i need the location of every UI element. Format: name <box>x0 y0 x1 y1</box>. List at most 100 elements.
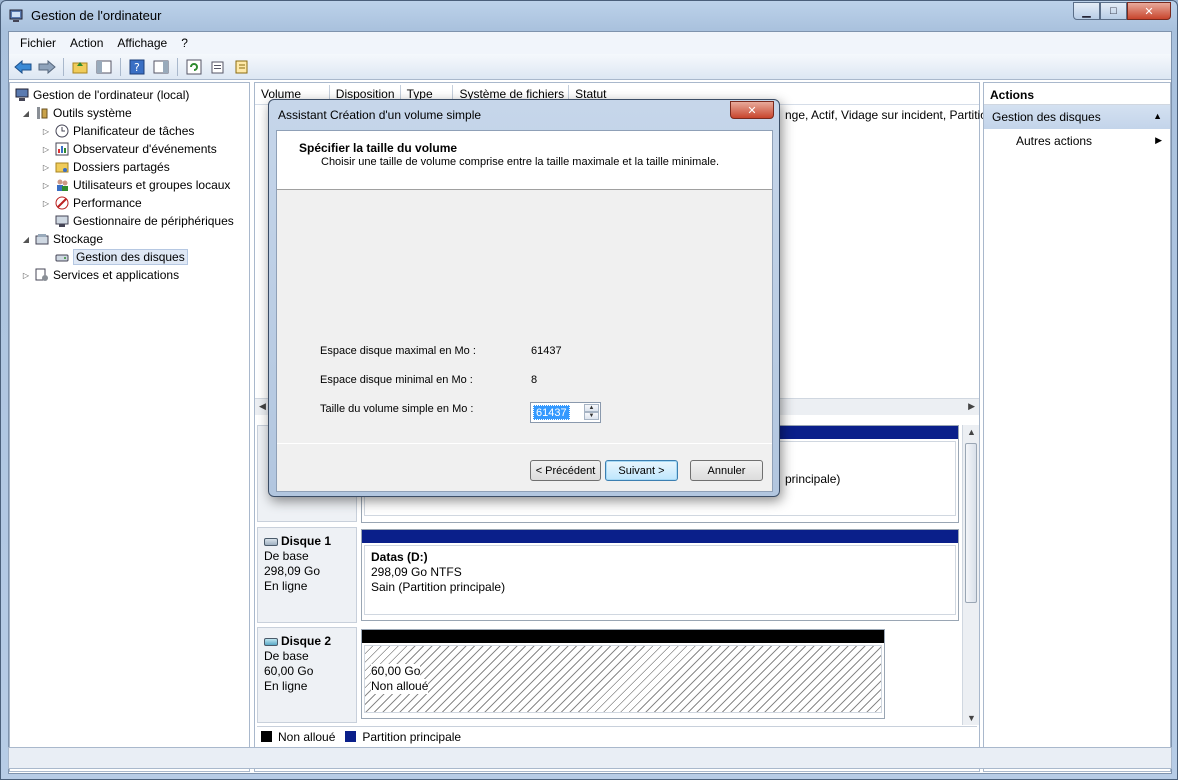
tree-label: Stockage <box>53 232 104 246</box>
scroll-up-icon[interactable]: ▲ <box>967 427 976 437</box>
cancel-button[interactable]: Annuler <box>690 460 763 481</box>
tree-label: Utilisateurs et groupes locaux <box>73 178 231 192</box>
back-arrow-icon[interactable] <box>12 56 34 78</box>
expanded-arrow-icon[interactable]: ◢ <box>20 235 32 244</box>
menu-affichage[interactable]: Affichage <box>110 36 174 50</box>
properties-icon[interactable] <box>207 56 229 78</box>
actions-section-gestion-disques[interactable]: Gestion des disques ▲ <box>984 105 1170 129</box>
disk-icon <box>264 637 278 646</box>
forward-arrow-icon[interactable] <box>36 56 58 78</box>
collapsed-arrow-icon[interactable]: ▷ <box>40 145 52 154</box>
toolbar-separator <box>177 57 178 76</box>
next-button[interactable]: Suivant > <box>605 460 678 481</box>
tree-item-performance[interactable]: ▷ Performance <box>40 194 142 212</box>
volume-size-input[interactable]: 61437 <box>533 405 570 420</box>
tree-item-dossiers-partages[interactable]: ▷ Dossiers partagés <box>40 158 170 176</box>
disk-management-icon <box>54 249 70 265</box>
help-icon[interactable]: ? <box>126 56 148 78</box>
dialog-separator <box>277 443 772 444</box>
close-button[interactable]: ✕ <box>1127 2 1171 20</box>
partition-status: principale) <box>785 472 841 486</box>
svg-text:?: ? <box>134 61 140 74</box>
tree-item-outils-systeme[interactable]: ◢ Outils système <box>20 104 132 122</box>
maximize-button[interactable]: □ <box>1100 2 1127 20</box>
actions-pane: Actions Gestion des disques ▲ Autres act… <box>983 82 1171 772</box>
spin-down-icon[interactable]: ▼ <box>584 412 599 420</box>
scroll-left-icon[interactable]: ◀ <box>259 401 266 412</box>
tree-label: Dossiers partagés <box>73 160 170 174</box>
up-folder-icon[interactable] <box>69 56 91 78</box>
legend-unallocated: Non alloué <box>278 729 336 744</box>
partition-status: Non alloué <box>371 679 429 694</box>
navigation-tree: Gestion de l'ordinateur (local) ◢ Outils… <box>9 82 250 772</box>
submenu-arrow-icon: ▶ <box>1155 135 1162 145</box>
menu-fichier[interactable]: Fichier <box>13 36 63 50</box>
disk-size: 298,09 Go <box>264 564 321 578</box>
min-space-value: 8 <box>531 374 538 386</box>
tree-item-root[interactable]: Gestion de l'ordinateur (local) <box>12 86 189 104</box>
collapsed-arrow-icon[interactable]: ▷ <box>40 199 52 208</box>
dialog-header: Spécifier la taille du volume Choisir un… <box>277 131 772 190</box>
tree-label: Gestion de l'ordinateur (local) <box>33 88 190 102</box>
title-bar[interactable]: Gestion de l'ordinateur ▁ □ ✕ <box>1 1 1177 31</box>
expanded-arrow-icon[interactable]: ◢ <box>20 109 32 118</box>
max-space-value: 61437 <box>531 345 562 357</box>
toolbar-separator <box>120 57 121 76</box>
scroll-thumb[interactable] <box>965 443 977 603</box>
scroll-down-icon[interactable]: ▼ <box>967 713 976 723</box>
computer-icon <box>14 87 30 103</box>
back-button[interactable]: < Précédent <box>530 460 601 481</box>
tree-item-planificateur[interactable]: ▷ Planificateur de tâches <box>40 122 194 140</box>
storage-icon <box>34 231 50 247</box>
actions-more-label: Autres actions <box>1016 134 1093 148</box>
collapsed-arrow-icon[interactable]: ▷ <box>40 181 52 190</box>
tree-item-utilisateurs[interactable]: ▷ Utilisateurs et groupes locaux <box>40 176 231 194</box>
menu-bar: Fichier Action Affichage ? <box>9 32 1171 54</box>
disk-2-unallocated[interactable]: 60,00 Go Non alloué <box>361 629 885 719</box>
disk-1-partition[interactable]: Datas (D:) 298,09 Go NTFS Sain (Partitio… <box>361 529 959 621</box>
collapsed-arrow-icon[interactable]: ▷ <box>20 271 32 280</box>
toolbar-separator <box>63 57 64 76</box>
partition-status: Sain (Partition principale) <box>371 580 506 594</box>
export-list-icon[interactable] <box>231 56 253 78</box>
device-manager-icon <box>54 213 70 229</box>
show-action-pane-icon[interactable] <box>150 56 172 78</box>
performance-icon <box>54 195 70 211</box>
volume-row-status[interactable]: nge, Actif, Vidage sur incident, Partiti… <box>785 108 987 122</box>
tree-label: Services et applications <box>53 268 180 282</box>
tree-label: Gestionnaire de périphériques <box>73 214 234 228</box>
disk-name: Disque 1 <box>281 534 332 548</box>
menu-action[interactable]: Action <box>63 36 110 50</box>
menu-help[interactable]: ? <box>174 36 195 50</box>
actions-more[interactable]: Autres actions ▶ <box>984 129 1170 153</box>
tree-label: Planificateur de tâches <box>73 124 195 138</box>
clock-icon <box>54 123 70 139</box>
shared-folder-icon <box>54 159 70 175</box>
dialog-title: Assistant Création d'un volume simple <box>278 108 482 122</box>
disk-2-label[interactable]: Disque 2 De base 60,00 Go En ligne <box>257 627 357 723</box>
partition-name: Datas (D:) <box>371 550 428 564</box>
tree-item-gestionnaire-peripheriques[interactable]: Gestionnaire de périphériques <box>52 212 234 230</box>
legend: Non alloué Partition principale <box>257 726 977 746</box>
volume-size-stepper[interactable]: 61437 ▲ ▼ <box>530 402 601 423</box>
collapsed-arrow-icon[interactable]: ▷ <box>40 163 52 172</box>
partition-size: 298,09 Go NTFS <box>371 565 462 579</box>
tree-label: Outils système <box>53 106 132 120</box>
tree-item-stockage[interactable]: ◢ Stockage <box>20 230 103 248</box>
tree-item-services[interactable]: ▷ Services et applications <box>20 266 179 284</box>
tree-item-observateur[interactable]: ▷ Observateur d'événements <box>40 140 217 158</box>
scroll-right-icon[interactable]: ▶ <box>968 401 975 412</box>
disk-1-label[interactable]: Disque 1 De base 298,09 Go En ligne <box>257 527 357 623</box>
dialog-close-button[interactable]: ✕ <box>730 101 774 119</box>
tree-item-gestion-disques[interactable]: Gestion des disques <box>52 248 188 266</box>
disk-name: Disque 2 <box>281 634 332 648</box>
spin-up-icon[interactable]: ▲ <box>584 404 599 412</box>
show-hide-tree-icon[interactable] <box>93 56 115 78</box>
collapse-icon[interactable]: ▲ <box>1153 111 1162 121</box>
refresh-icon[interactable] <box>183 56 205 78</box>
vertical-scrollbar[interactable]: ▲ ▼ <box>962 425 979 725</box>
dialog-heading: Spécifier la taille du volume <box>299 141 458 155</box>
min-space-label: Espace disque minimal en Mo : <box>320 374 473 386</box>
minimize-button[interactable]: ▁ <box>1073 2 1100 20</box>
collapsed-arrow-icon[interactable]: ▷ <box>40 127 52 136</box>
